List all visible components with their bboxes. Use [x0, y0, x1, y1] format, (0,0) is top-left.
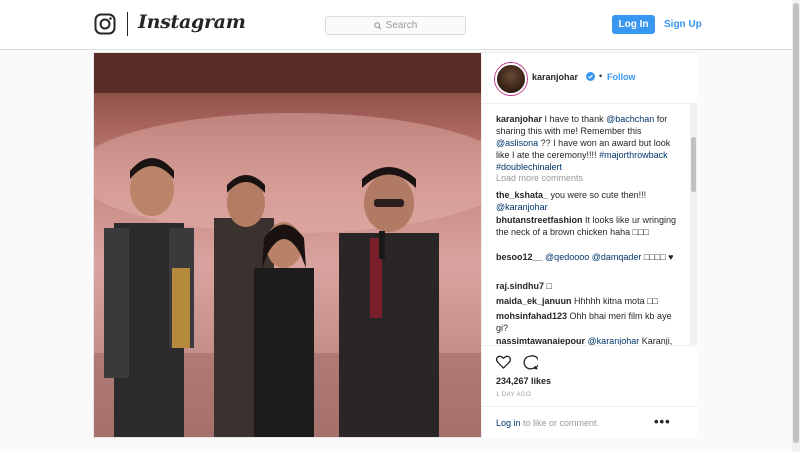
list-item: mohsinfahad123 Ohh bhai meri film kb aye… [496, 310, 686, 334]
list-item: bhutanstreetfashion It looks like ur wri… [496, 214, 686, 238]
photo-illustration [94, 53, 481, 437]
comment-text: □□□□ ♥ [641, 252, 674, 262]
post-photo[interactable] [94, 53, 481, 437]
instagram-wordmark[interactable]: Instagram [138, 11, 246, 33]
load-more-comments[interactable]: Load more comments [496, 173, 583, 183]
list-item: the_kshata_ you were so cute then!!! @ka… [496, 189, 686, 213]
caption-mention[interactable]: @aslisona [496, 138, 538, 148]
heart-icon[interactable] [496, 355, 511, 369]
comments-scrollbar-thumb[interactable] [691, 137, 696, 192]
list-item: maida_ek_januun Hhhhh kitna mota □□ [496, 295, 686, 307]
post-timestamp[interactable]: 1 DAY AGO [496, 392, 531, 398]
caption-hashtag[interactable]: #majorthrowback [599, 150, 668, 160]
post-caption: karanjohar I have to thank @bachchan for… [496, 113, 686, 173]
post-header: karanjohar • Follow [482, 53, 697, 104]
caption-text: I have to thank [542, 114, 607, 124]
post-card: karanjohar • Follow karanjohar I have to… [93, 52, 697, 438]
comment-text: you were so cute then!!! [548, 190, 647, 200]
login-link[interactable]: Log in [496, 418, 521, 428]
comment-login-bar: Log in to like or comment. ••• [482, 406, 697, 439]
signup-link[interactable]: Sign Up [664, 15, 702, 34]
search-icon [373, 21, 382, 30]
comment-username[interactable]: maida_ek_januun [496, 296, 572, 306]
comment-username[interactable]: besoo12__ [496, 252, 543, 262]
login-prompt-text: to like or comment. [520, 418, 600, 428]
caption-hashtag[interactable]: #doublechinalert [496, 162, 562, 172]
caption-mention[interactable]: @bachchan [606, 114, 654, 124]
search-box[interactable]: Search [325, 16, 466, 35]
caption-username[interactable]: karanjohar [496, 114, 542, 124]
list-item: besoo12__ @qedoooo @damqader □□□□ ♥ [496, 251, 686, 263]
likes-count[interactable]: 234,267 likes [496, 376, 551, 386]
login-button[interactable]: Log In [612, 15, 655, 34]
avatar[interactable] [495, 63, 527, 95]
more-options-icon[interactable]: ••• [654, 414, 671, 429]
post-username[interactable]: karanjohar [532, 72, 578, 82]
comment-text: Hhhhh kitna mota □□ [571, 296, 658, 306]
verified-badge-icon [586, 72, 595, 81]
comment-username[interactable]: mohsinfahad123 [496, 311, 567, 321]
top-navigation-bar: Instagram Search Log In Sign Up [0, 0, 792, 50]
comment-text: □ [544, 281, 552, 291]
logo-divider [127, 12, 128, 36]
comment-username[interactable]: raj.sindhu7 [496, 281, 544, 291]
page-scrollbar[interactable] [792, 0, 800, 452]
search-placeholder: Search [385, 20, 418, 31]
instagram-camera-icon[interactable] [94, 13, 116, 35]
post-actions: 234,267 likes 1 DAY AGO Log in to like o… [482, 345, 697, 438]
comment-mention[interactable]: @karanjohar [496, 202, 548, 212]
post-side-panel: karanjohar • Follow karanjohar I have to… [481, 53, 697, 438]
page-scrollbar-thumb[interactable] [793, 3, 799, 443]
follow-button[interactable]: Follow [607, 72, 636, 82]
list-item: raj.sindhu7 □ [496, 280, 686, 292]
header-separator: • [599, 71, 603, 81]
comment-mention[interactable]: @qedoooo @damqader [545, 252, 641, 262]
comment-icon[interactable] [523, 355, 538, 370]
comment-username[interactable]: bhutanstreetfashion [496, 215, 583, 225]
login-to-comment: Log in to like or comment. [496, 418, 599, 428]
comment-username[interactable]: the_kshata_ [496, 190, 548, 200]
